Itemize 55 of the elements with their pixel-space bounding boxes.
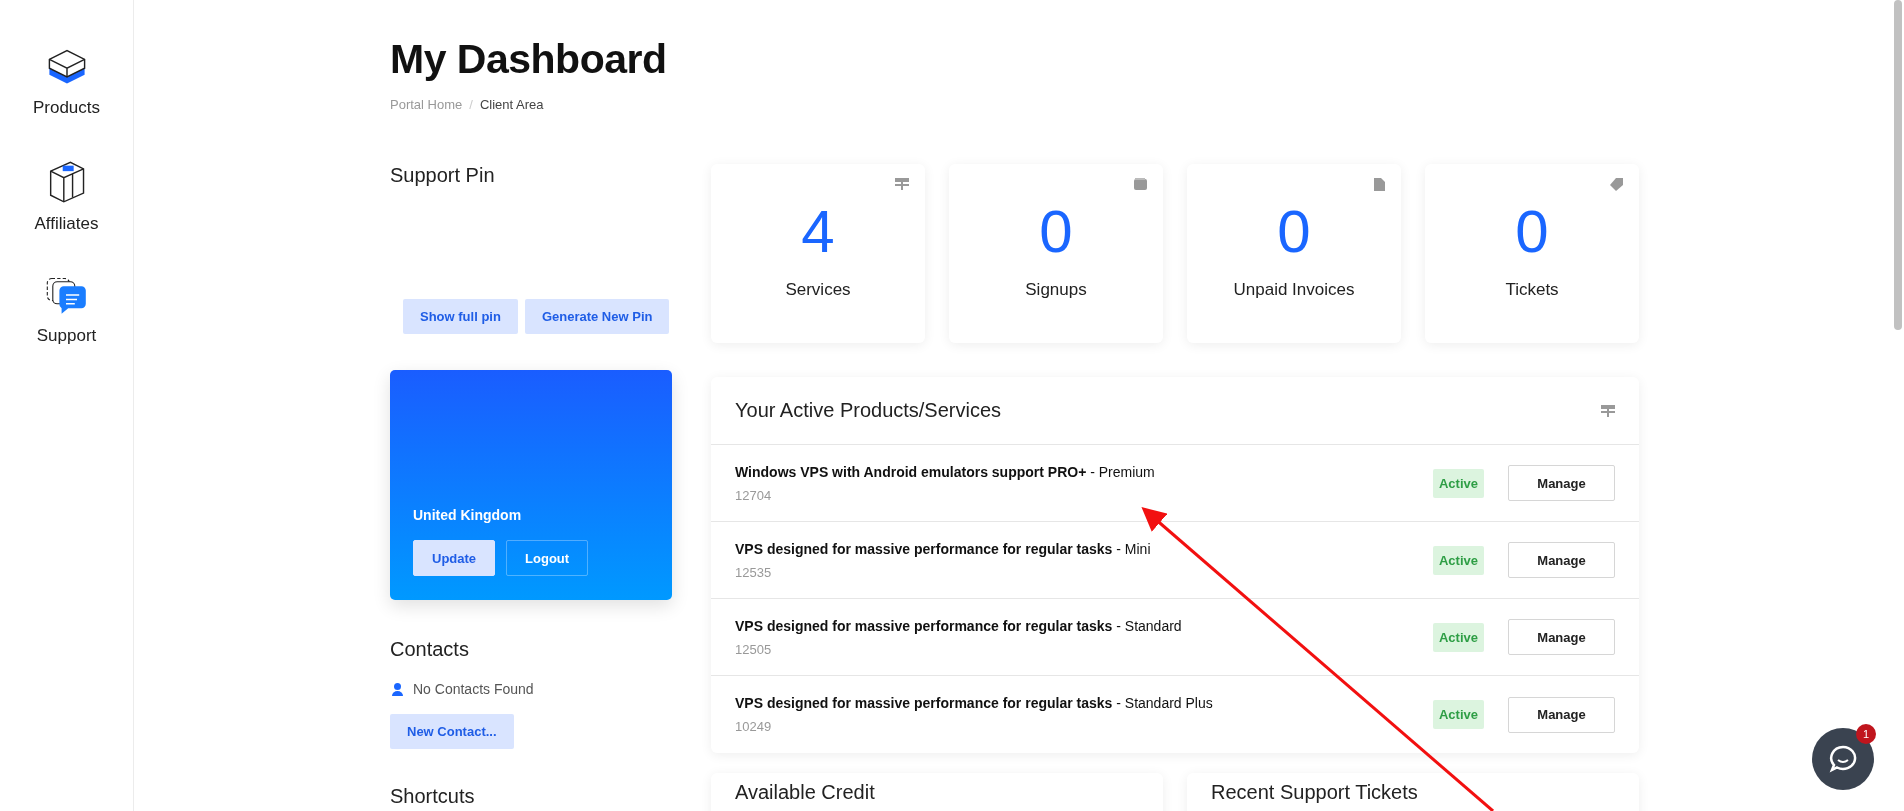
stat-card[interactable]: 0 Signups (949, 164, 1163, 343)
pin-button[interactable]: Show full pin (403, 299, 518, 334)
status-badge: Active (1432, 622, 1484, 652)
manage-button[interactable]: Manage (1508, 619, 1615, 655)
sidebar-item[interactable]: Support (36, 274, 97, 346)
stat-label: Services (785, 280, 851, 300)
person-icon (392, 682, 403, 696)
breadcrumb-separator: / (469, 97, 473, 112)
stat-value: 0 (1039, 202, 1073, 262)
product-id: 12535 (735, 564, 773, 580)
notification-badge: 1 (1856, 724, 1876, 744)
breadcrumb-link[interactable]: Client Area (479, 97, 544, 112)
stat-card[interactable]: 0 Tickets (1425, 164, 1639, 343)
sidebar-item[interactable]: Affiliates (34, 158, 99, 234)
stat-card[interactable]: 4 Services (711, 164, 925, 343)
page-title: My Dashboard (390, 36, 668, 83)
stat-card[interactable]: 0 Unpaid Invoices (1187, 164, 1401, 343)
panel-title: Your Active Products/Services (735, 399, 1002, 422)
stat-label: Signups (1025, 280, 1087, 300)
product-name[interactable]: Windows VPS with Android emulators support PRO+ - Premium (735, 463, 1433, 480)
section-title: Support Pin (390, 164, 496, 187)
document-icon (1374, 178, 1385, 191)
stat-label: Tickets (1505, 280, 1559, 300)
panel-title: Recent Support Tickets (1211, 781, 1419, 804)
scrollbar[interactable] (1894, 0, 1902, 330)
manage-button[interactable]: Manage (1508, 542, 1615, 578)
product-id: 12505 (735, 641, 773, 657)
chat-icon (1829, 745, 1857, 773)
product-id: 10249 (735, 719, 773, 734)
section-title: Contacts (390, 638, 470, 661)
product-id: 12704 (735, 487, 773, 503)
tag-icon (1610, 178, 1623, 191)
country-text: United Kingdom (413, 507, 523, 523)
wallet-icon (1134, 178, 1147, 190)
status-badge: Active (1432, 545, 1484, 575)
status-badge: Active (1432, 700, 1484, 729)
manage-button[interactable]: Manage (1508, 696, 1615, 733)
panel-title: Available Credit (735, 781, 876, 804)
new-contact-button[interactable]: New Contact... (390, 714, 514, 749)
pin-button[interactable]: Generate New Pin (524, 299, 670, 334)
stat-label: Unpaid Invoices (1233, 280, 1355, 300)
update-button[interactable]: Update (413, 540, 496, 576)
stat-value: 4 (801, 202, 835, 262)
section-title: Shortcuts (390, 785, 476, 808)
server-icon (895, 178, 909, 190)
sidebar-item[interactable]: Products (32, 44, 101, 118)
empty-text: No Contacts Found (413, 681, 534, 697)
status-badge: Active (1432, 468, 1484, 498)
product-name[interactable]: VPS designed for massive performance for regular tasks - Standard Plus (735, 695, 1433, 711)
manage-button[interactable]: Manage (1508, 465, 1615, 501)
product-name[interactable]: VPS designed for massive performance for regular tasks - Mini (735, 540, 1433, 557)
stat-value: 0 (1277, 202, 1311, 262)
stat-value: 0 (1515, 202, 1549, 262)
server-icon (1601, 404, 1615, 417)
product-name[interactable]: VPS designed for massive performance for regular tasks - Standard (735, 617, 1433, 634)
